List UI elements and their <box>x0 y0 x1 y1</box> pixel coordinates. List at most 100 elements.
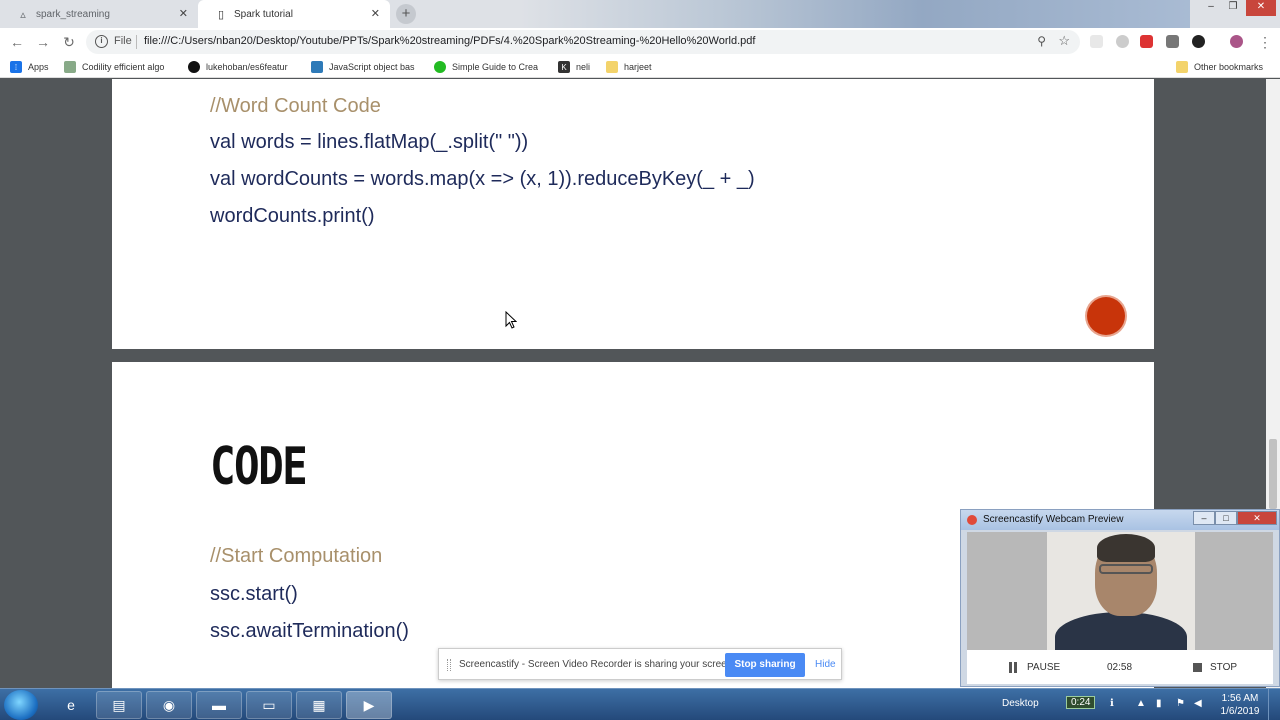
folder-icon[interactable]: ▬ <box>196 691 242 719</box>
bookmark-harjeet[interactable]: harjeet <box>606 61 652 73</box>
bookmark-apps[interactable]: ⁞ Apps <box>10 61 49 73</box>
recording-controls: PAUSE 02:58 STOP <box>967 650 1273 684</box>
desktop-toolbar-label[interactable]: Desktop <box>1002 698 1039 709</box>
avatar[interactable] <box>1230 35 1243 48</box>
drag-handle[interactable] <box>447 659 451 671</box>
screencastify-taskbar-icon[interactable]: ▶ <box>346 691 392 719</box>
webcam-feed <box>1047 532 1195 650</box>
flag-icon[interactable]: ⚑ <box>1176 698 1185 709</box>
bookmark-guide[interactable]: Simple Guide to Crea <box>434 61 538 73</box>
restore-icon[interactable]: ❐ <box>1222 0 1244 16</box>
counter-badge: 0:24 <box>1066 696 1096 709</box>
reload-icon[interactable]: ↻ <box>60 34 78 51</box>
bookmark-star-icon[interactable]: ☆ <box>1058 33 1070 49</box>
stop-recording-button[interactable]: STOP <box>1193 662 1237 673</box>
screencastify-icon[interactable] <box>1140 35 1153 48</box>
bookmark-label: lukehoban/es6featur <box>206 62 288 72</box>
scrollbar-thumb[interactable] <box>1269 439 1277 509</box>
slide-title: CODE <box>210 437 308 497</box>
presenter-hair <box>1097 534 1155 562</box>
info-icon[interactable]: i <box>95 35 108 48</box>
webcam-preview-window: Screencastify Webcam Preview – □ ✕ PAUSE… <box>960 509 1280 687</box>
screencastify-icon <box>967 515 977 525</box>
show-hidden-icons-icon[interactable]: ▲ <box>1136 698 1146 709</box>
bookmark-label: JavaScript object bas <box>329 62 415 72</box>
presenter-glasses <box>1099 564 1153 574</box>
code-comment: //Start Computation <box>210 545 383 567</box>
camera-icon[interactable] <box>1166 35 1179 48</box>
bookmark-codility[interactable]: Codility efficient algo <box>64 61 164 73</box>
bookmark-javascript[interactable]: JavaScript object bas <box>311 61 415 73</box>
url-text[interactable]: file:///C:/Users/nban20/Desktop/Youtube/… <box>144 35 755 47</box>
stop-icon <box>1193 663 1202 672</box>
back-icon[interactable]: ← <box>8 34 26 50</box>
tab-close-icon[interactable]: ✕ <box>371 7 380 20</box>
other-bookmarks[interactable]: Other bookmarks <box>1176 61 1263 73</box>
clock-time: 1:56 AM <box>1221 693 1259 704</box>
drive-icon: ▵ <box>20 8 26 21</box>
terminal-icon[interactable]: ▭ <box>246 691 292 719</box>
window-titlebar[interactable]: Screencastify Webcam Preview – □ ✕ <box>961 510 1279 530</box>
chrome-icon[interactable]: ◉ <box>146 691 192 719</box>
close-window-icon[interactable]: ✕ <box>1246 0 1276 16</box>
stop-sharing-button[interactable]: Stop sharing <box>725 653 805 677</box>
hide-button[interactable]: Hide <box>815 659 836 670</box>
tab-label: Spark tutorial <box>234 8 293 20</box>
bookmark-label: Apps <box>28 62 49 72</box>
bookmark-label: neli <box>576 62 591 72</box>
bookmark-label: Simple Guide to Crea <box>452 62 539 72</box>
code-line: wordCounts.print() <box>210 205 375 227</box>
recording-time: 02:58 <box>1107 662 1133 673</box>
file-explorer-icon[interactable]: ▤ <box>96 691 142 719</box>
tab-spark-tutorial[interactable]: ▯ Spark tutorial ✕ <box>198 0 390 28</box>
pause-button[interactable]: PAUSE <box>1009 662 1060 673</box>
forward-icon[interactable]: → <box>34 34 52 50</box>
system-clock[interactable]: 1:56 AM 1/6/2019 <box>1218 692 1262 718</box>
volume-icon[interactable]: ◀ <box>1194 698 1202 709</box>
tab-spark-streaming[interactable]: ▵ spark_streaming ✕ <box>0 0 198 28</box>
bookmark-neli[interactable]: K neli <box>558 61 590 73</box>
tab-close-icon[interactable]: ✕ <box>179 7 188 20</box>
network-icon[interactable]: ▮ <box>1156 698 1162 709</box>
extension-icon[interactable] <box>1192 35 1205 48</box>
bookmark-label: Codility efficient algo <box>82 62 165 72</box>
folder-icon <box>1176 61 1188 73</box>
address-bar[interactable]: i File file:///C:/Users/nban20/Desktop/Y… <box>86 30 1080 54</box>
webcam-video <box>967 532 1273 650</box>
tab-label: spark_streaming <box>36 8 110 20</box>
pdf-page: //Word Count Code val words = lines.flat… <box>112 79 1154 349</box>
show-desktop-button[interactable] <box>1268 689 1280 720</box>
share-message: Screencastify - Screen Video Recorder is… <box>459 659 736 670</box>
screen-share-bar: Screencastify - Screen Video Recorder is… <box>438 648 842 680</box>
menu-icon[interactable]: ⋮ <box>1256 34 1274 51</box>
minimize-icon[interactable]: – <box>1200 0 1222 16</box>
code-line: val words = lines.flatMap(_.split(" ")) <box>210 131 529 153</box>
new-tab-button[interactable]: + <box>396 4 416 24</box>
clock-date: 1/6/2019 <box>1220 706 1260 717</box>
taskbar: e ▤ ◉ ▬ ▭ ▦ ▶ Desktop 0:24 ℹ ▲ ▮ ⚑ ◀ 1:5… <box>0 688 1280 720</box>
spreadsheet-icon[interactable]: ▦ <box>296 691 342 719</box>
extension-icon[interactable] <box>1116 35 1129 48</box>
info-tray-icon[interactable]: ℹ <box>1110 698 1114 709</box>
counter-value: 0:24 <box>1071 697 1091 708</box>
code-line: ssc.awaitTermination() <box>210 620 409 642</box>
scheme-label: File <box>114 35 132 47</box>
extension-icon[interactable] <box>1090 35 1103 48</box>
bookmark-github[interactable]: lukehoban/es6featur <box>188 61 288 73</box>
window-title: Screencastify Webcam Preview <box>983 514 1124 525</box>
tab-strip-background <box>520 0 1190 28</box>
browser-toolbar: ← → ↻ i File file:///C:/Users/nban20/Des… <box>0 28 1280 56</box>
bookmark-label: harjeet <box>624 62 652 72</box>
maximize-icon[interactable]: □ <box>1215 511 1237 525</box>
pause-label: PAUSE <box>1027 662 1061 673</box>
close-window-icon[interactable]: ✕ <box>1237 511 1277 525</box>
code-line: ssc.start() <box>210 583 298 605</box>
divider <box>136 35 137 49</box>
internet-explorer-icon[interactable]: e <box>48 691 94 719</box>
minimize-icon[interactable]: – <box>1193 511 1215 525</box>
js-icon <box>311 61 323 73</box>
apps-grid-icon: ⁞ <box>10 61 22 73</box>
zoom-icon[interactable]: ⚲ <box>1037 34 1046 48</box>
start-button[interactable] <box>4 690 38 720</box>
codility-icon <box>64 61 76 73</box>
